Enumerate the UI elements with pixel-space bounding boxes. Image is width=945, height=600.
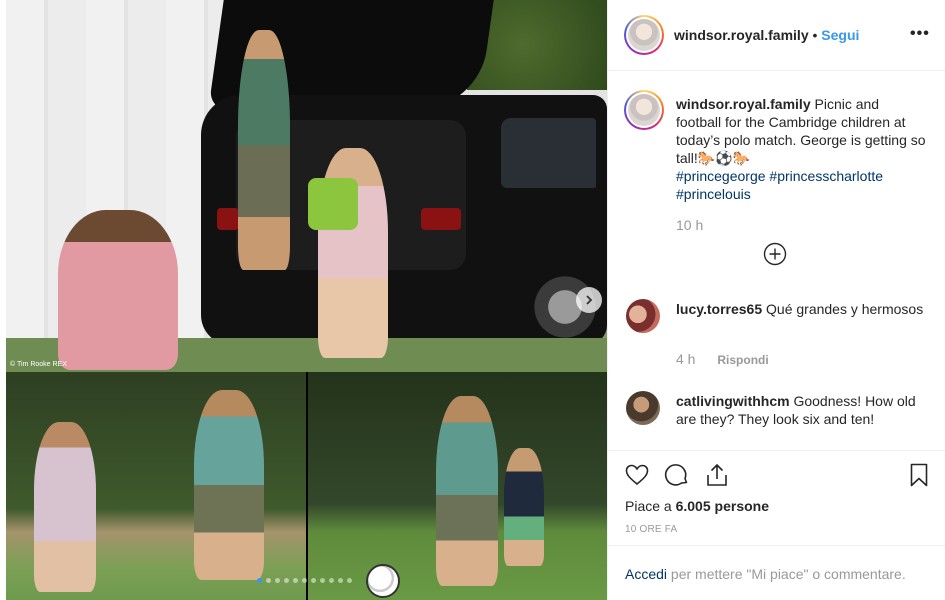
heart-icon[interactable] — [624, 462, 650, 488]
follow-button[interactable]: Segui — [821, 27, 859, 43]
post-actions: Piace a 6.005 persone 10 ORE FA — [608, 450, 945, 545]
comment-icon[interactable] — [664, 462, 690, 488]
likes-prefix: Piace a — [625, 498, 672, 514]
car-window — [501, 118, 596, 188]
instagram-post-window: © Tim Rooke REX windsor.royal.family • S… — [0, 0, 945, 600]
post-media-carousel[interactable]: © Tim Rooke REX — [6, 0, 607, 600]
boy-running — [194, 390, 264, 580]
carousel-dot — [329, 578, 334, 583]
login-line: Accedi per mettere "Mi piace" o commenta… — [625, 566, 906, 582]
separator-dot: • — [812, 27, 818, 43]
carousel-dot — [284, 578, 289, 583]
likes-number: 6.005 — [675, 498, 711, 514]
likes-count[interactable]: Piace a 6.005 persone — [625, 498, 769, 514]
carousel-dot — [347, 578, 352, 583]
green-bag — [308, 178, 358, 230]
carousel-dot — [338, 578, 343, 583]
profile-avatar[interactable] — [624, 15, 664, 55]
comments-list[interactable]: windsor.royal.family Picnic and football… — [608, 72, 945, 450]
avatar-image — [628, 94, 660, 126]
chevron-right-icon — [586, 295, 593, 305]
caption-time: 10 h — [676, 217, 704, 233]
photo-car-boot: © Tim Rooke REX — [6, 0, 607, 372]
post-side-panel: windsor.royal.family • Segui ••• windsor… — [607, 0, 945, 600]
post-header: windsor.royal.family • Segui ••• — [608, 0, 945, 71]
caption-avatar[interactable] — [624, 90, 664, 130]
post-timestamp: 10 ORE FA — [625, 524, 678, 535]
caption-text: windsor.royal.family Picnic and football… — [676, 95, 926, 203]
hashtag[interactable]: #princesscharlotte — [769, 168, 883, 184]
reply-button[interactable]: Rispondi — [717, 353, 768, 367]
hashtag[interactable]: #princegeorge — [676, 168, 766, 184]
carousel-dot — [311, 578, 316, 583]
girl-running — [34, 422, 96, 592]
login-prompt: Accedi per mettere "Mi piace" o commenta… — [608, 545, 945, 600]
comment-time: 4 h — [676, 351, 696, 367]
hashtag[interactable]: #princelouis — [676, 186, 751, 202]
football — [366, 564, 400, 598]
header-user-line: windsor.royal.family • Segui — [674, 27, 859, 43]
caption-username[interactable]: windsor.royal.family — [676, 96, 811, 112]
tail-light — [217, 208, 239, 230]
carousel-indicator — [257, 578, 352, 583]
next-slide-button[interactable] — [576, 287, 602, 313]
share-icon[interactable] — [704, 462, 730, 488]
photo-credit: © Tim Rooke REX — [10, 361, 67, 368]
bookmark-icon[interactable] — [906, 462, 932, 488]
photo-children-playing-right — [308, 372, 607, 600]
login-link[interactable]: Accedi — [625, 566, 667, 582]
tail-light — [421, 208, 461, 230]
comment-meta: 4 h Rispondi — [676, 351, 769, 367]
avatar-image — [628, 19, 660, 51]
more-options-button[interactable]: ••• — [910, 25, 930, 43]
login-text: per mettere "Mi piace" o commentare. — [670, 566, 906, 582]
photo-children-playing-left — [6, 372, 306, 600]
comment-username[interactable]: catlivingwithhcm — [676, 393, 790, 409]
plus-circle-icon[interactable] — [763, 242, 787, 266]
comment-body: Qué grandes y hermosos — [766, 301, 924, 317]
comment-username[interactable]: lucy.torres65 — [676, 301, 762, 317]
comment-text: catlivingwithhcm Goodness! How old are t… — [676, 392, 926, 428]
carousel-dot — [275, 578, 280, 583]
woman-with-baby — [58, 210, 178, 370]
likes-suffix: persone — [714, 498, 769, 514]
commenter-avatar[interactable] — [626, 299, 660, 333]
header-username[interactable]: windsor.royal.family — [674, 27, 809, 43]
carousel-dot — [266, 578, 271, 583]
carousel-dot — [302, 578, 307, 583]
carousel-dot — [257, 578, 262, 583]
carousel-dot — [293, 578, 298, 583]
carousel-dot — [320, 578, 325, 583]
commenter-avatar[interactable] — [626, 391, 660, 425]
comment-text: lucy.torres65 Qué grandes y hermosos — [676, 300, 926, 318]
boy-standing — [238, 30, 290, 270]
toddler — [504, 448, 544, 566]
boy-kicking — [436, 396, 498, 586]
